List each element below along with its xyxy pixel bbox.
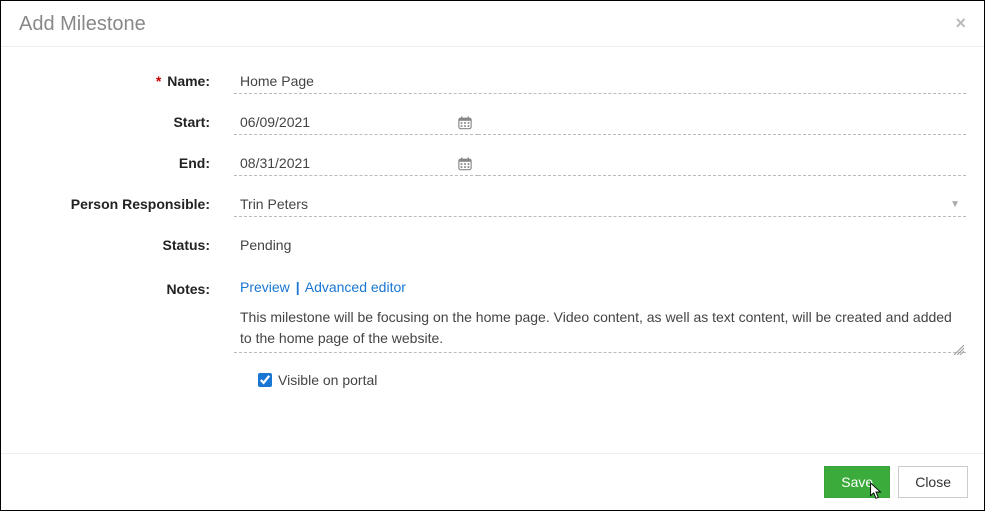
close-icon[interactable]: × [955, 13, 966, 34]
field-status-row: Status: Pending [19, 233, 966, 257]
end-input[interactable] [234, 151, 478, 176]
notes-field: Preview | Advanced editor [234, 277, 966, 356]
notes-label: Notes: [19, 277, 234, 297]
modal-body: * Name: Start: End: Person Responsible: [1, 47, 984, 398]
required-asterisk: * [156, 73, 161, 89]
name-label-text: Name: [167, 73, 210, 89]
field-name-row: * Name: [19, 69, 966, 94]
close-button[interactable]: Close [898, 466, 968, 498]
visible-label: Visible on portal [278, 372, 377, 388]
status-field: Pending [234, 233, 966, 257]
advanced-editor-link[interactable]: Advanced editor [305, 279, 406, 295]
person-value: Trin Peters [234, 192, 950, 216]
start-label: Start: [19, 110, 234, 130]
end-label: End: [19, 151, 234, 171]
resize-handle-icon[interactable] [954, 342, 964, 352]
dotted-filler [478, 152, 966, 176]
name-field [234, 69, 966, 94]
person-label: Person Responsible: [19, 192, 234, 212]
name-input[interactable] [234, 69, 966, 94]
preview-link[interactable]: Preview [240, 279, 290, 295]
start-field [234, 110, 966, 135]
field-person-row: Person Responsible: Trin Peters ▼ [19, 192, 966, 217]
notes-textarea[interactable] [234, 303, 966, 353]
calendar-icon[interactable] [458, 157, 472, 171]
chevron-down-icon[interactable]: ▼ [950, 199, 966, 210]
end-field [234, 151, 966, 176]
link-separator: | [296, 279, 300, 295]
field-notes-row: Notes: Preview | Advanced editor [19, 277, 966, 356]
save-button[interactable]: Save [824, 466, 890, 498]
name-label: * Name: [19, 69, 234, 89]
field-end-row: End: [19, 151, 966, 176]
visible-row: Visible on portal [258, 372, 966, 388]
start-input[interactable] [234, 110, 478, 135]
status-label: Status: [19, 233, 234, 253]
person-select[interactable]: Trin Peters ▼ [234, 192, 966, 217]
modal-footer: Save Close [1, 453, 984, 510]
field-start-row: Start: [19, 110, 966, 135]
person-field: Trin Peters ▼ [234, 192, 966, 217]
status-value: Pending [234, 233, 966, 257]
dotted-filler [478, 111, 966, 135]
modal-header: Add Milestone × [1, 1, 984, 47]
calendar-icon[interactable] [458, 116, 472, 130]
modal-title: Add Milestone [19, 13, 146, 35]
visible-checkbox[interactable] [258, 373, 272, 387]
notes-links: Preview | Advanced editor [234, 277, 966, 297]
